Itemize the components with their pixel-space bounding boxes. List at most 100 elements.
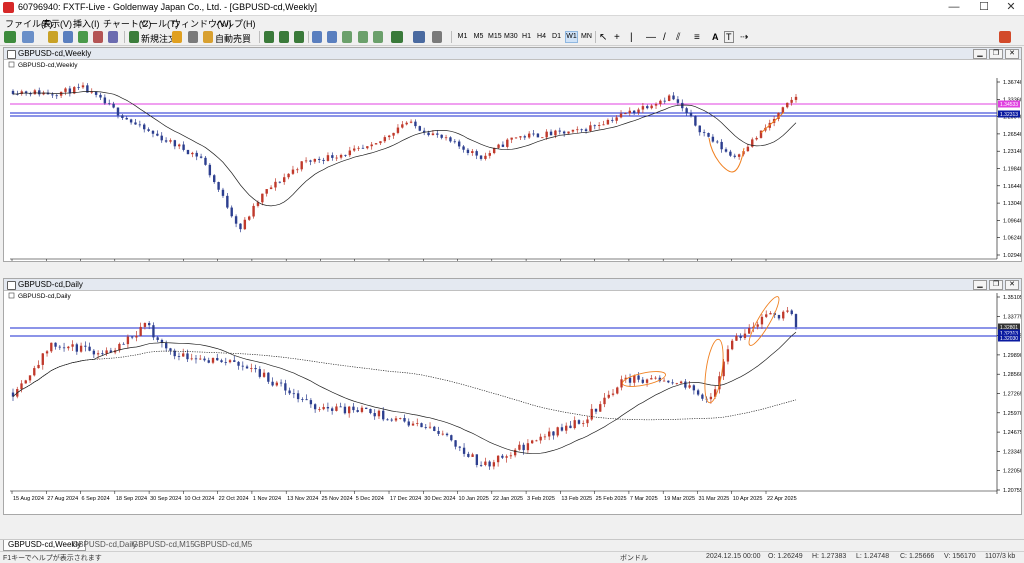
date-label: 22 Oct 2024 [219, 496, 249, 502]
profiles-icon[interactable] [22, 31, 34, 43]
candle-body [267, 372, 270, 382]
candle-body [186, 353, 189, 360]
candle-body [526, 443, 530, 451]
crosshair-icon[interactable]: + [614, 32, 620, 43]
line-chart-icon[interactable] [294, 31, 304, 43]
candle-body [239, 223, 242, 230]
candle-body [748, 328, 751, 334]
candle-body [331, 155, 334, 158]
candle-body [582, 423, 585, 424]
vertical-line-icon[interactable]: | [630, 32, 633, 43]
candle-body [556, 427, 559, 436]
navigator-icon[interactable] [78, 31, 88, 43]
timeframe-w1[interactable]: W1 [565, 31, 578, 43]
search-icon[interactable] [999, 31, 1011, 43]
candle-body [339, 154, 343, 158]
price-label: 1.35105 [1003, 295, 1021, 301]
data-window-icon[interactable] [63, 31, 73, 43]
timeframe-m30[interactable]: M30 [504, 31, 518, 43]
candle-body [637, 375, 640, 380]
tester-icon[interactable] [108, 31, 118, 43]
timeframe-m5[interactable]: M5 [472, 31, 485, 43]
new-chart-icon[interactable] [4, 31, 16, 43]
timeframe-d1[interactable]: D1 [550, 31, 563, 43]
candle-body [305, 399, 308, 401]
candle-body [743, 333, 747, 338]
text-tool-icon[interactable]: A [712, 32, 719, 42]
candle-body [203, 358, 206, 361]
tab-m15[interactable]: GBPUSD-cd,M15 [128, 540, 199, 550]
candle-body [530, 440, 534, 444]
candle-body [611, 119, 614, 121]
candle-body [454, 440, 457, 447]
candle-body [786, 102, 789, 108]
indicators-icon[interactable] [391, 31, 403, 43]
date-label: 19 Mar 2025 [664, 496, 695, 502]
timeframe-h4[interactable]: H4 [535, 31, 548, 43]
candle-body [466, 149, 470, 153]
candle-body [462, 146, 465, 150]
zoom-out-icon[interactable] [327, 31, 337, 43]
trendline-icon[interactable]: / [663, 32, 666, 43]
auto-trade-button[interactable]: 自動売買 [215, 32, 251, 45]
date-label: 22 Jan 2025 [493, 496, 523, 502]
zoom-in-icon[interactable] [312, 31, 322, 43]
close-button[interactable]: ✕ [997, 1, 1024, 14]
timeframe-mn[interactable]: MN [580, 31, 593, 43]
terminal-icon[interactable] [93, 31, 103, 43]
candle-body [782, 311, 785, 319]
daily-restore-button[interactable]: ❐ [989, 280, 1003, 290]
candle-body [420, 423, 423, 428]
candle-body [156, 133, 159, 136]
candle-body [261, 193, 264, 203]
candle-body [418, 126, 422, 131]
minimize-button[interactable]: — [940, 1, 968, 14]
candle-body [492, 462, 496, 467]
daily-close-button[interactable]: ✕ [1005, 280, 1019, 290]
weekly-close-button[interactable]: ✕ [1005, 49, 1019, 59]
new-order-icon[interactable] [129, 31, 139, 43]
candle-body [258, 369, 261, 377]
bar-chart-icon[interactable] [264, 31, 274, 43]
channel-icon[interactable]: ⫽ [676, 32, 680, 43]
periods-icon[interactable] [413, 31, 425, 43]
candle-body [488, 153, 492, 156]
tile-windows-icon[interactable] [342, 31, 352, 43]
price-label: 1.27265 [1003, 392, 1021, 398]
weekly-restore-button[interactable]: ❐ [989, 49, 1003, 59]
tab-m5[interactable]: GBPUSD-cd,M5 [190, 540, 256, 550]
meta-editor-icon[interactable] [172, 31, 182, 43]
candle-body [11, 90, 15, 94]
arrows-icon[interactable]: ⇢ [740, 32, 748, 43]
timeframe-m15[interactable]: M15 [488, 31, 502, 43]
auto-scroll-icon[interactable] [373, 31, 383, 43]
weekly-chart-window[interactable]: GBPUSD-cd,Weekly ▁ ❐ ✕ GBPUSD-cd,Weekly 1… [3, 47, 1022, 262]
fibonacci-icon[interactable]: ≡ [694, 32, 700, 43]
candle-body [462, 447, 466, 454]
weekly-minimize-button[interactable]: ▁ [973, 49, 987, 59]
date-label: 7 Mar 2025 [630, 496, 658, 502]
templates-icon[interactable] [432, 31, 442, 43]
timeframe-m1[interactable]: M1 [456, 31, 469, 43]
daily-chart-window[interactable]: GBPUSD-cd,Daily ▁ ❐ ✕ GBPUSD-cd,Daily 1.3… [3, 278, 1022, 515]
candle-body [794, 96, 798, 100]
options-icon[interactable] [188, 31, 198, 43]
chart-shift-icon[interactable] [358, 31, 368, 43]
horizontal-line-icon[interactable]: — [646, 32, 656, 43]
auto-trade-icon[interactable] [203, 31, 213, 43]
daily-minimize-button[interactable]: ▁ [973, 280, 987, 290]
candle-body [96, 353, 100, 355]
candle-body [576, 129, 579, 131]
market-watch-icon[interactable] [48, 31, 58, 43]
candle-body [245, 366, 249, 369]
label-tool-icon[interactable]: T [724, 31, 734, 43]
candle-body [382, 410, 385, 420]
candle-body [274, 181, 277, 188]
maximize-button[interactable]: ☐ [970, 1, 998, 14]
cursor-icon[interactable]: ↖ [599, 32, 607, 43]
price-label: 1.19840 [1003, 167, 1021, 173]
candle-body [322, 406, 325, 410]
timeframe-h1[interactable]: H1 [520, 31, 533, 43]
candlestick-icon[interactable] [279, 31, 289, 43]
candle-body [228, 360, 232, 363]
